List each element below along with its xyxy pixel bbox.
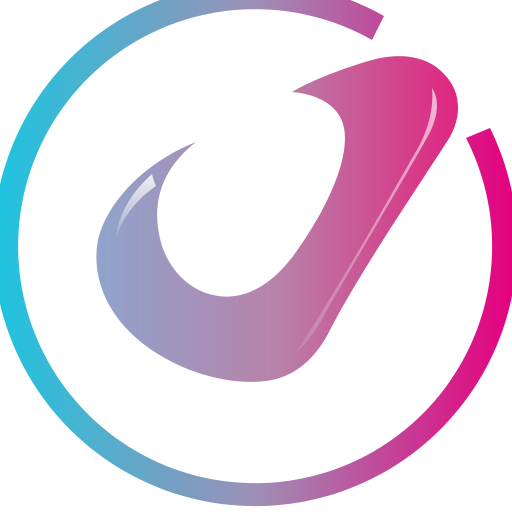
logo-check-mark: [96, 56, 459, 382]
checkmark-in-ring-icon: [0, 0, 512, 507]
app-logo: [0, 0, 512, 512]
